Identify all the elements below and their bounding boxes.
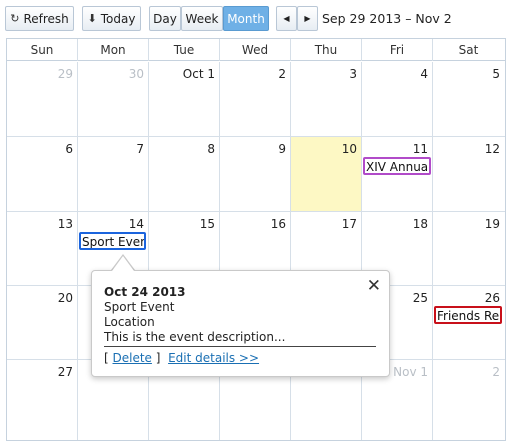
event-details-popup: ✕ Oct 24 2013 Sport Event Location This … bbox=[91, 270, 390, 377]
weekday-wed: Wed bbox=[220, 39, 291, 61]
view-month-label: Month bbox=[227, 11, 265, 26]
view-day-label: Day bbox=[153, 11, 177, 26]
day-cell[interactable]: 9 bbox=[220, 137, 291, 211]
delete-link[interactable]: Delete bbox=[113, 351, 152, 365]
day-number: 18 bbox=[412, 217, 428, 231]
day-cell[interactable]: 12 bbox=[433, 137, 504, 211]
day-number: Oct 1 bbox=[182, 67, 215, 81]
day-cell[interactable]: 5 bbox=[433, 62, 504, 136]
weekday-tue: Tue bbox=[149, 39, 220, 61]
view-week-button[interactable]: Week bbox=[181, 6, 223, 31]
day-cell-today[interactable]: 10 bbox=[291, 137, 362, 211]
day-cell[interactable]: 20 bbox=[7, 286, 78, 359]
refresh-icon: ↻ bbox=[10, 12, 20, 25]
bracket-close: ] bbox=[151, 351, 161, 365]
arrow-down-icon: ⬇ bbox=[87, 12, 97, 25]
day-cell[interactable]: 13 bbox=[7, 212, 78, 285]
day-number: 8 bbox=[207, 142, 215, 156]
day-cell[interactable]: 19 bbox=[433, 212, 504, 285]
day-number: 9 bbox=[278, 142, 286, 156]
day-number: 27 bbox=[57, 365, 73, 379]
today-button[interactable]: ⬇ Today bbox=[82, 6, 141, 31]
weekday-thu: Thu bbox=[291, 39, 362, 61]
popup-date: Oct 24 2013 bbox=[104, 285, 186, 299]
day-cell[interactable]: 4 bbox=[362, 62, 433, 136]
day-number: 6 bbox=[65, 142, 73, 156]
day-number: 5 bbox=[492, 67, 500, 81]
week-row: 29 30 Oct 1 2 3 4 5 bbox=[7, 62, 505, 137]
day-number: 16 bbox=[270, 217, 286, 231]
day-number: 4 bbox=[420, 67, 428, 81]
day-number: 19 bbox=[484, 217, 500, 231]
close-icon[interactable]: ✕ bbox=[367, 277, 381, 295]
weekday-header: Sun Mon Tue Wed Thu Fri Sat bbox=[7, 39, 505, 61]
day-cell[interactable]: 7 bbox=[78, 137, 149, 211]
day-number: 2 bbox=[278, 67, 286, 81]
today-label: Today bbox=[100, 11, 136, 26]
day-cell[interactable]: 26 Friends Re bbox=[433, 286, 504, 359]
day-number: Nov 1 bbox=[393, 365, 428, 379]
weekday-fri: Fri bbox=[362, 39, 433, 61]
day-cell[interactable]: 8 bbox=[149, 137, 220, 211]
chevron-right-icon: ▶ bbox=[304, 14, 311, 23]
bracket-open: [ bbox=[104, 351, 113, 365]
week-row: 6 7 8 9 10 11 XIV Annual 12 bbox=[7, 137, 505, 212]
chevron-left-icon: ◀ bbox=[283, 14, 290, 23]
refresh-button[interactable]: ↻ Refresh bbox=[5, 6, 74, 31]
day-number: 30 bbox=[128, 67, 144, 81]
day-cell[interactable]: 27 bbox=[7, 360, 78, 440]
prev-button[interactable]: ◀ bbox=[276, 6, 297, 31]
event-label: Sport Even bbox=[82, 235, 146, 249]
day-number: 15 bbox=[199, 217, 215, 231]
day-number: 20 bbox=[57, 291, 73, 305]
day-number: 12 bbox=[484, 142, 500, 156]
popup-event-title: Sport Event bbox=[104, 300, 175, 314]
view-week-label: Week bbox=[185, 11, 219, 26]
event-xiv-annual[interactable]: XIV Annual bbox=[363, 157, 431, 175]
weekday-mon: Mon bbox=[78, 39, 149, 61]
popup-location: Location bbox=[104, 315, 155, 329]
day-number: 26 bbox=[484, 291, 500, 305]
weekday-sat: Sat bbox=[458, 43, 479, 57]
view-month-button[interactable]: Month bbox=[223, 6, 269, 31]
day-number: 13 bbox=[57, 217, 73, 231]
event-sport[interactable]: Sport Even bbox=[79, 232, 146, 250]
weekday-sun: Sun bbox=[7, 39, 78, 61]
edit-details-link[interactable]: Edit details >> bbox=[168, 351, 259, 365]
refresh-label: Refresh bbox=[23, 11, 69, 26]
day-number: 25 bbox=[412, 291, 428, 305]
month-calendar: Sun Mon Tue Wed Thu Fri Sat 29 30 Oct 1 … bbox=[6, 38, 506, 441]
day-number: 11 bbox=[412, 142, 428, 156]
event-label: XIV Annual bbox=[366, 160, 431, 174]
day-number: 10 bbox=[341, 142, 357, 156]
day-number: 7 bbox=[136, 142, 144, 156]
day-cell[interactable]: 11 XIV Annual bbox=[362, 137, 433, 211]
popup-divider bbox=[104, 346, 376, 347]
day-cell[interactable]: 2 bbox=[220, 62, 291, 136]
date-range-label: Sep 29 2013 – Nov 2 bbox=[322, 11, 452, 26]
event-friends[interactable]: Friends Re bbox=[434, 306, 502, 324]
day-number: 17 bbox=[341, 217, 357, 231]
day-cell[interactable]: 2 bbox=[433, 360, 504, 440]
next-button[interactable]: ▶ bbox=[297, 6, 318, 31]
day-cell[interactable]: 29 bbox=[7, 62, 78, 136]
popup-actions: [ Delete ] Edit details >> bbox=[104, 351, 259, 365]
popup-pointer-fill bbox=[112, 256, 134, 271]
day-number: 29 bbox=[57, 67, 73, 81]
day-cell[interactable]: 3 bbox=[291, 62, 362, 136]
day-cell[interactable]: Oct 1 bbox=[149, 62, 220, 136]
day-cell[interactable]: 30 bbox=[78, 62, 149, 136]
popup-description: This is the event description... bbox=[104, 330, 286, 344]
day-cell[interactable]: 6 bbox=[7, 137, 78, 211]
day-number: 2 bbox=[492, 365, 500, 379]
event-label: Friends Re bbox=[437, 309, 500, 323]
view-day-button[interactable]: Day bbox=[149, 6, 181, 31]
day-number: 3 bbox=[349, 67, 357, 81]
day-number: 14 bbox=[128, 217, 144, 231]
